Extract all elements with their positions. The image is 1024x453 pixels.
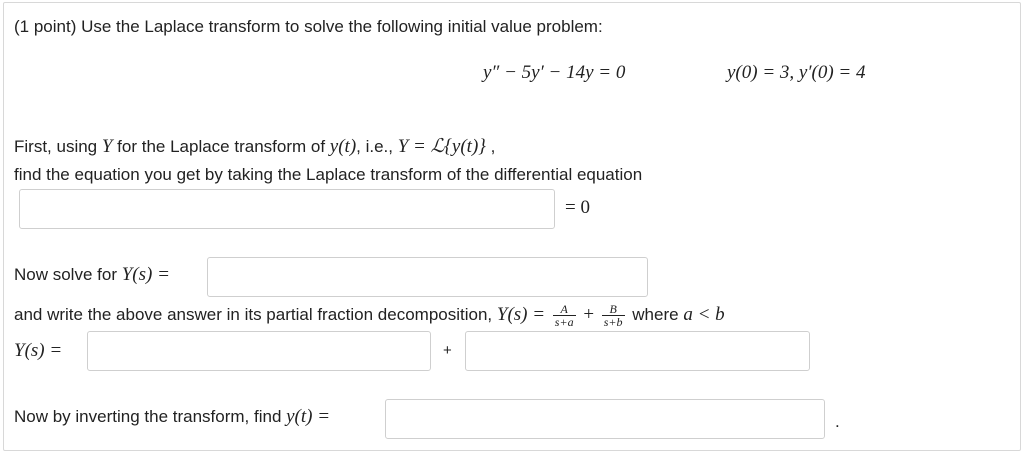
Ys-label-text: Y(s) = [14,340,63,361]
step3-text: and write the above answer in its partia… [14,304,497,324]
step1-ie: , i.e., [356,137,398,156]
equals-zero: = 0 [565,197,590,218]
step4-text: Now by inverting the transform, find [14,407,287,426]
plus-sign: + [583,303,595,325]
final-period: . [835,412,840,431]
fraction-A-den: s+a [554,315,574,329]
yt-equals: y(t) = [286,406,331,427]
Ys-equals: Y(s) = [121,264,170,285]
step4-line: Now by inverting the transform, find y(t… [14,407,330,427]
Ys-label: Y(s) = [14,341,62,361]
step1-suffix: , [485,137,496,156]
transformed-equation-input[interactable] [19,189,555,229]
initial-conditions-text: y(0) = 3, y′(0) = 4 [727,62,866,83]
ode-equation: y″ − 5y′ − 14y = 0 [483,63,625,83]
initial-conditions: y(0) = 3, y′(0) = 4 [727,63,865,83]
where-text: where [632,304,684,324]
problem-header: (1 point) Use the Laplace transform to s… [14,17,603,36]
Ys-solution-input[interactable] [207,257,648,297]
Ys-partial: Y(s) = [496,303,546,325]
var-Y: Y [101,136,113,157]
step1-intro: First, using Y for the Laplace transform… [14,137,495,157]
fraction-B-den: s+b [603,315,623,329]
ode-text: y″ − 5y′ − 14y = 0 [483,62,626,83]
step2-label: Now solve for Y(s) = [14,265,170,285]
fraction-A: As+a [552,303,576,329]
plus-between-inputs: + [443,342,452,359]
a-less-b: a < b [683,303,725,325]
laplace-definition: Y = ℒ{y(t)} [397,136,486,157]
step1-mid: for the Laplace transform of [112,137,330,156]
step1-prefix: First, using [14,137,102,156]
yt-solution-input[interactable] [385,399,825,439]
step2-text: Now solve for [14,265,122,284]
partial-fraction-2-input[interactable] [465,331,810,371]
step3-line: and write the above answer in its partia… [14,303,725,328]
fraction-B: Bs+b [601,303,625,329]
y-of-t: y(t) [329,136,357,157]
partial-fraction-1-input[interactable] [87,331,431,371]
step1-line2: find the equation you get by taking the … [14,165,643,184]
